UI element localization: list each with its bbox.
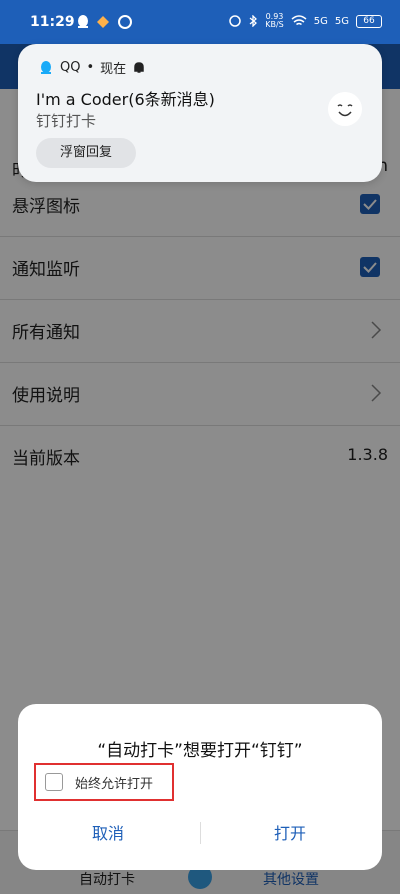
notification-title: I'm a Coder(6条新消息) [36, 90, 215, 109]
status-time: 11:29 [30, 14, 75, 30]
network-speed: 0.93 KB/S [265, 12, 284, 29]
open-app-dialog: “自动打卡”想要打开“钉钉” 始终允许打开 取消 打开 [18, 704, 382, 870]
status-bar: 11:29 0.93 KB/S 5G 5G 66 [0, 0, 400, 44]
notification-body: 钉钉打卡 [36, 112, 97, 130]
bluetooth-icon [249, 15, 258, 27]
bell-icon [134, 61, 144, 73]
ring-status-icon [118, 15, 132, 29]
alarm-icon [229, 15, 241, 27]
qq-icon [41, 60, 51, 74]
dialog-title: “自动打卡”想要打开“钉钉” [97, 741, 303, 761]
battery-indicator: 66 [356, 14, 382, 28]
status-indicators: 0.93 KB/S 5G 5G 66 [229, 13, 382, 29]
wifi-icon [291, 15, 307, 26]
always-allow-highlight: 始终允许打开 [34, 763, 174, 801]
cancel-button[interactable]: 取消 [48, 820, 168, 844]
app-status-icon [97, 16, 109, 28]
notification-separator: • [86, 60, 95, 75]
sender-avatar [328, 92, 362, 126]
always-allow-checkbox[interactable] [45, 773, 63, 791]
notification-header: QQ • 现在 [38, 58, 146, 77]
qq-status-icon [78, 15, 88, 28]
signal-5g-1: 5G [313, 15, 328, 27]
open-button[interactable]: 打开 [230, 820, 350, 844]
float-reply-button[interactable]: 浮窗回复 [36, 138, 136, 168]
button-divider [200, 822, 201, 844]
always-allow-label[interactable]: 始终允许打开 [75, 773, 153, 792]
notification-app-name: QQ [60, 60, 81, 75]
signal-5g-2: 5G [334, 15, 349, 27]
notification-time: 现在 [100, 62, 127, 77]
notification-card[interactable]: QQ • 现在 I'm a Coder(6条新消息) 钉钉打卡 浮窗回复 [18, 44, 382, 182]
